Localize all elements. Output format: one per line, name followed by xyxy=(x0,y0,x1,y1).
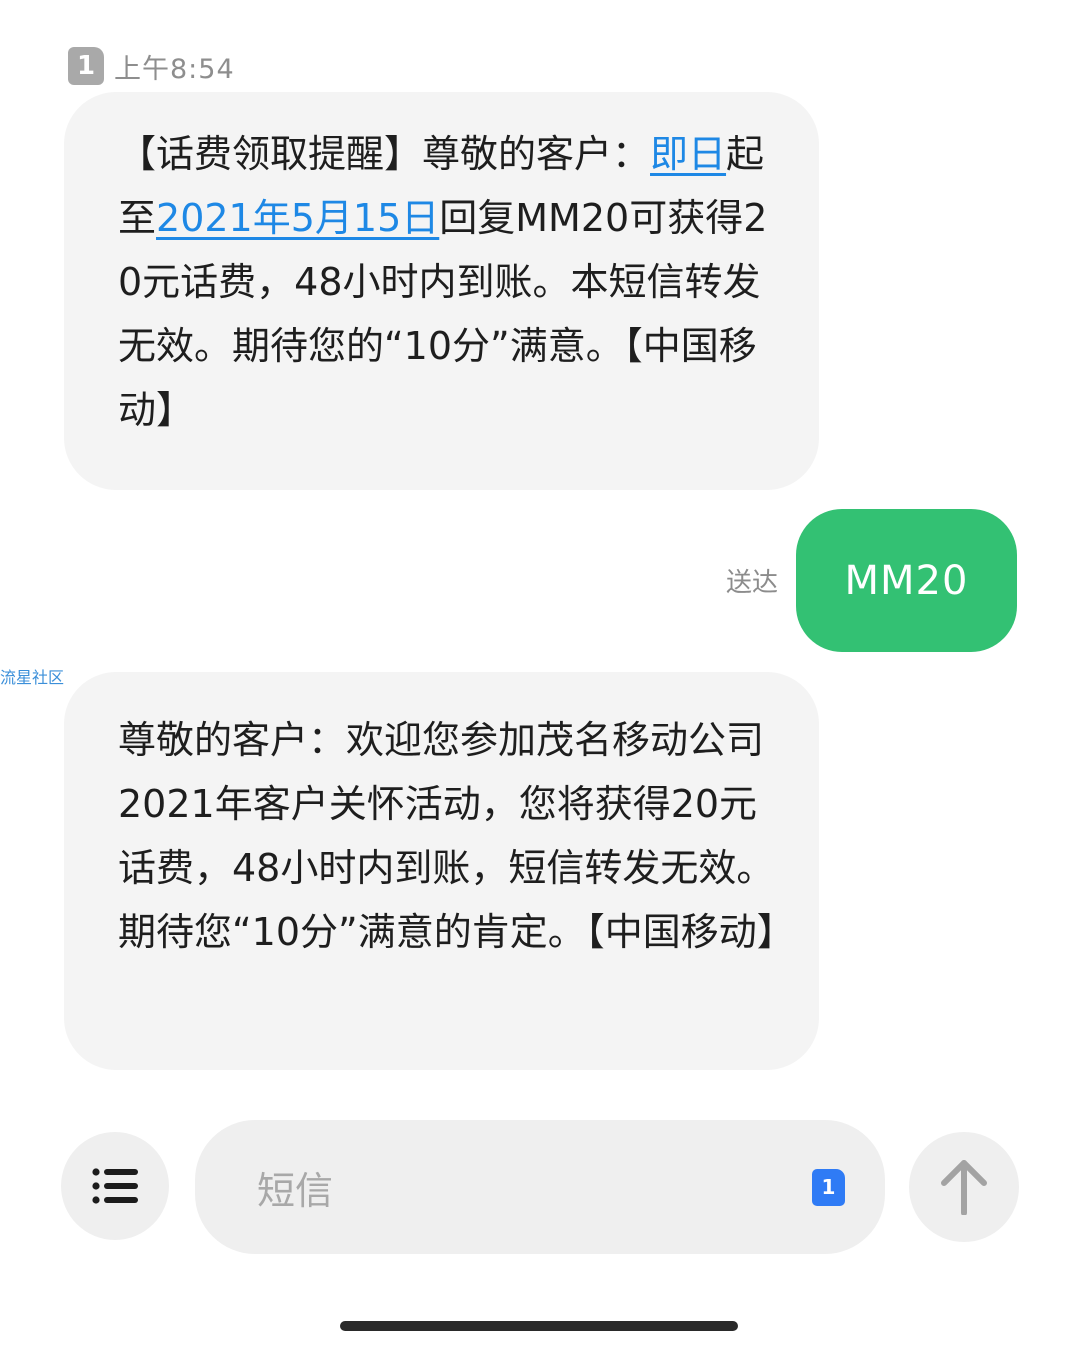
list-icon xyxy=(92,1168,138,1204)
sim-card-icon: 1 xyxy=(68,47,104,85)
arrow-up-icon xyxy=(941,1160,987,1215)
home-indicator[interactable] xyxy=(340,1321,738,1331)
date-link[interactable]: 2021年5月15日 xyxy=(156,196,439,240)
message-text: 尊敬的客户：欢迎您参加茂名移动公司2021年客户关怀活动，您将获得20元话费，4… xyxy=(118,718,795,954)
message-timestamp: 上午8:54 xyxy=(114,53,235,85)
message-input[interactable]: 短信 1 xyxy=(195,1120,885,1254)
incoming-message-bubble[interactable]: 【话费领取提醒】尊敬的客户：即日起至2021年5月15日回复MM20可获得20元… xyxy=(64,92,819,490)
menu-button[interactable] xyxy=(61,1132,169,1240)
date-link[interactable]: 即日 xyxy=(650,132,726,176)
watermark: 流星社区 xyxy=(0,668,65,687)
send-button[interactable] xyxy=(909,1132,1019,1242)
message-input-placeholder: 短信 xyxy=(257,1168,334,1213)
incoming-message-bubble[interactable]: 尊敬的客户：欢迎您参加茂名移动公司2021年客户关怀活动，您将获得20元话费，4… xyxy=(64,672,819,1070)
outgoing-message-bubble[interactable]: MM20 xyxy=(796,509,1017,652)
sim-select-icon[interactable]: 1 xyxy=(812,1168,845,1206)
message-text: MM20 xyxy=(844,557,969,604)
message-header: 1 上午8:54 xyxy=(68,46,235,86)
delivery-status: 送达 xyxy=(726,568,779,598)
message-text: 【话费领取提醒】尊敬的客户： xyxy=(118,132,651,176)
